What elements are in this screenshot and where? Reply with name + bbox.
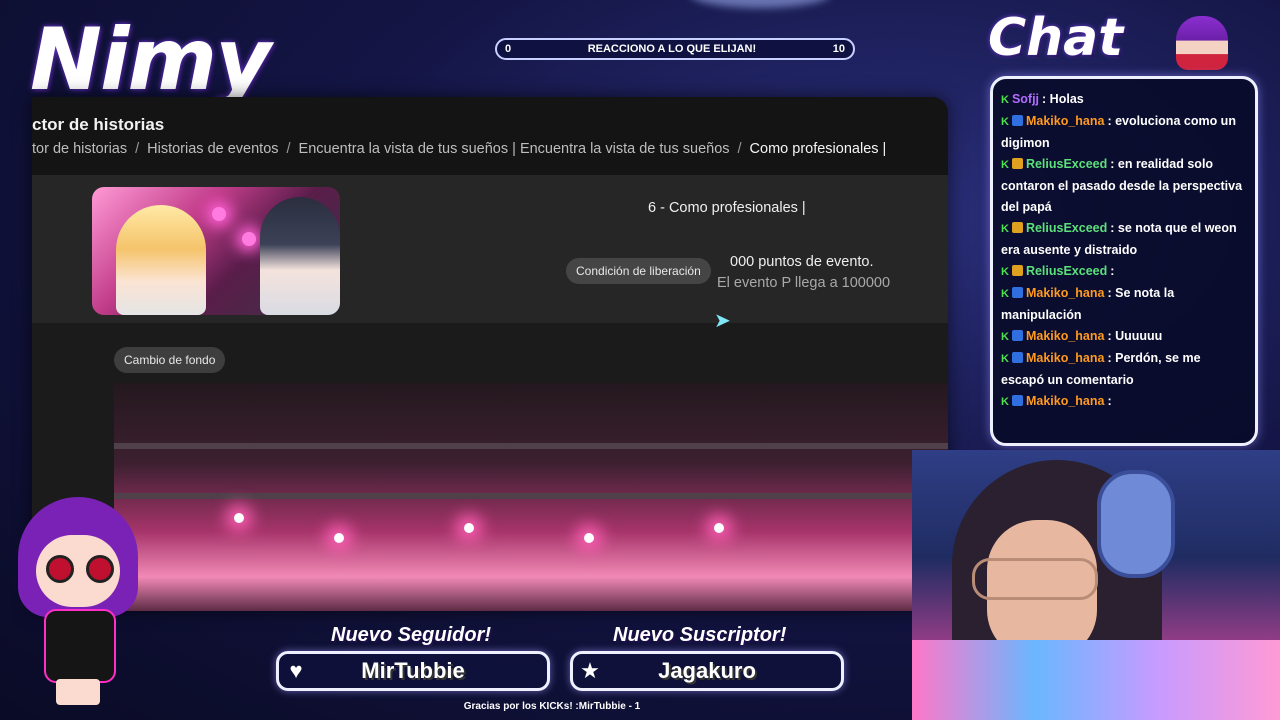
kick-badge-icon: K [1001, 331, 1009, 343]
chat-username[interactable]: ReliusExceed [1026, 264, 1107, 278]
subscriber-badge-icon [1011, 395, 1023, 406]
chat-username[interactable]: Makiko_hana [1026, 351, 1105, 365]
webcam-feed [912, 450, 1280, 720]
chat-username[interactable]: ReliusExceed [1026, 221, 1107, 235]
kick-badge-icon: K [1001, 266, 1009, 278]
kick-badge-icon: K [1001, 116, 1009, 128]
heart-icon: ♥ [289, 658, 303, 683]
breadcrumb-item[interactable]: Encuentra la vista de tus sueños | Encue… [299, 141, 730, 157]
crown-badge-icon [1011, 222, 1023, 233]
chat-message: K Makiko_hana: [1001, 391, 1247, 413]
unlock-condition-chip: Condición de liberación [566, 258, 711, 284]
stage-spotlight [242, 232, 256, 246]
page-title: ctor de historias [32, 115, 165, 134]
subscriber-heading: Nuevo Suscriptor! [613, 624, 787, 646]
stage-light [334, 533, 344, 543]
event-requirement: El evento P llega a 100000 [717, 275, 891, 291]
credits-text: Gracias por los KICKs! :MirTubbie - 1 [463, 701, 641, 712]
breadcrumb: tor de historias / Historias de eventos / En… [32, 141, 886, 157]
streamer-name: Nimy [30, 10, 271, 110]
goal-label: REACCIONO A LO QUE ELIJAN! [587, 43, 757, 55]
kick-badge-icon: K [1001, 94, 1009, 106]
page-header: ctor de historias tor de historias / Histo… [32, 97, 948, 175]
character-dark-hair [260, 197, 340, 315]
stage-light [714, 523, 724, 533]
mouse-cursor-icon: ➤ [714, 310, 731, 332]
kick-badge-icon: K [1001, 159, 1009, 171]
mascot-eye [86, 555, 114, 583]
chat-message: K Makiko_hana: Perdón, se me escapó un co… [1001, 348, 1247, 391]
subscriber-badge-icon [1011, 352, 1023, 363]
chat-text: : Uuuuuu [1107, 329, 1163, 343]
chat-box: K Sofjj: Holas K Makiko_hana: evoluciona co… [990, 76, 1258, 446]
character-blonde [116, 205, 206, 315]
breadcrumb-separator: / [286, 141, 291, 157]
crown-badge-icon [1011, 158, 1023, 169]
follower-heading: Nuevo Seguidor! [331, 624, 492, 646]
stage-light [584, 533, 594, 543]
episode-title: 6 - Como profesionales | [648, 200, 806, 216]
subscriber-badge-icon [1011, 115, 1023, 126]
event-points: 000 puntos de evento. [730, 254, 874, 270]
webcam-glasses [972, 558, 1098, 600]
stage-light [464, 523, 474, 533]
mascot-eye [46, 555, 74, 583]
breadcrumb-separator: / [135, 141, 140, 157]
chat-text: : [1110, 264, 1115, 278]
background-change-button[interactable]: Cambio de fondo [114, 347, 226, 373]
chat-message: K ReliusExceed: en realidad solo contaron… [1001, 154, 1247, 218]
chat-avatar [1176, 16, 1228, 70]
chat-username[interactable]: Makiko_hana [1026, 286, 1105, 300]
chat-text: : [1107, 394, 1112, 408]
goal-bar: 0 REACCIONO A LO QUE ELIJAN! 10 [495, 38, 855, 60]
breadcrumb-current: Como profesionales | [749, 141, 887, 157]
stage-truss [114, 493, 948, 499]
mascot-avatar [14, 497, 142, 707]
star-icon: ★ [580, 658, 600, 683]
follower-alert: ♥ MirTubbie [276, 651, 550, 691]
episode-thumbnail[interactable] [92, 187, 340, 315]
chat-username[interactable]: Makiko_hana [1026, 394, 1105, 408]
breadcrumb-separator: / [737, 141, 742, 157]
stage-spotlight [212, 207, 226, 221]
follower-name: MirTubbie [361, 658, 465, 683]
chat-username[interactable]: Sofjj [1012, 92, 1039, 106]
subscriber-badge-icon [1011, 287, 1023, 298]
crown-badge-icon [1011, 265, 1023, 276]
episode-panel: 6 - Como profesionales | Condición de li… [32, 175, 948, 323]
headphones [1097, 470, 1175, 578]
chat-message: K Makiko_hana: evoluciona como un digimon [1001, 111, 1247, 154]
breadcrumb-item[interactable]: Historias de eventos [147, 141, 278, 157]
chat-message: K Sofjj: Holas [1001, 89, 1247, 111]
subscriber-name: Jagakuro [658, 658, 756, 683]
chat-text: : Holas [1042, 92, 1084, 106]
stage-light [234, 513, 244, 523]
chat-username[interactable]: Makiko_hana [1026, 329, 1105, 343]
chat-message: K Makiko_hana: Se nota la manipulación [1001, 283, 1247, 326]
stage-background-image [114, 383, 948, 611]
mascot-body [44, 609, 116, 683]
game-capture-window: ctor de historias tor de historias / Histo… [32, 97, 948, 611]
chat-message: K Makiko_hana: Uuuuuu [1001, 326, 1247, 348]
subscriber-alert: ★ Jagakuro [570, 651, 844, 691]
ceiling-light [690, 0, 830, 8]
kick-badge-icon: K [1001, 288, 1009, 300]
chat-username[interactable]: Makiko_hana [1026, 114, 1105, 128]
breadcrumb-item[interactable]: tor de historias [32, 141, 127, 157]
chat-heading: Chat [988, 8, 1124, 68]
chat-message: K ReliusExceed: [1001, 261, 1247, 283]
chat-username[interactable]: ReliusExceed [1026, 157, 1107, 171]
kick-badge-icon: K [1001, 396, 1009, 408]
subscriber-badge-icon [1011, 330, 1023, 341]
kick-badge-icon: K [1001, 223, 1009, 235]
stage-truss [114, 443, 948, 449]
chat-message: K ReliusExceed: se nota que el weon era a… [1001, 218, 1247, 261]
kick-badge-icon: K [1001, 353, 1009, 365]
goal-end: 10 [832, 43, 845, 55]
